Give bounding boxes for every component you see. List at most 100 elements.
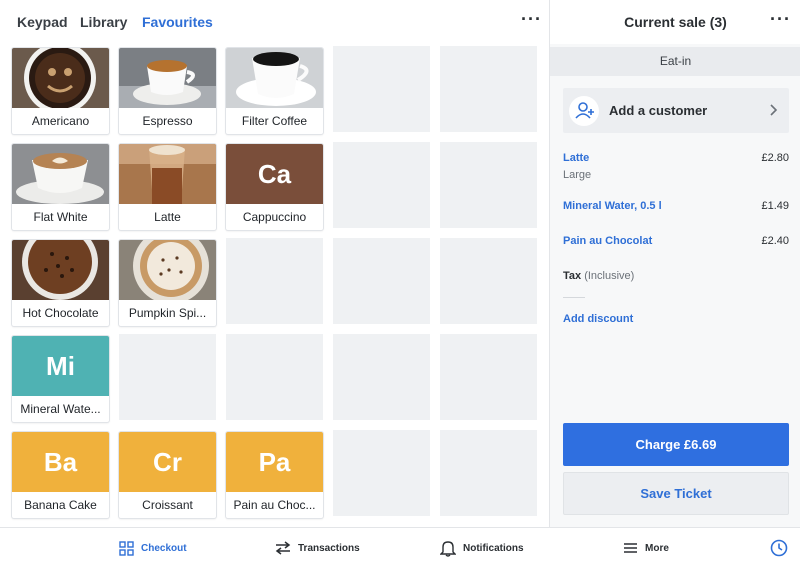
line-item-price: £2.40: [761, 235, 789, 247]
pain-au-chocolat-swatch: Pa: [226, 432, 323, 492]
nav-label: Checkout: [141, 542, 187, 554]
product-tile-pumpkin-spice[interactable]: Pumpkin Spi...: [119, 240, 216, 326]
tile-label: Pumpkin Spi...: [128, 306, 207, 320]
line-item-variant: Large: [563, 169, 592, 181]
tile-label: Mineral Wate...: [20, 402, 101, 416]
empty-tile: [226, 334, 323, 420]
banana-cake-swatch: Ba: [12, 432, 109, 492]
bell-icon: [440, 540, 456, 557]
empty-tile: [440, 142, 537, 228]
add-discount-link[interactable]: Add discount: [563, 313, 633, 325]
save-ticket-button[interactable]: Save Ticket: [563, 472, 789, 515]
product-tile-americano[interactable]: Americano: [12, 48, 109, 134]
tile-label: Banana Cake: [24, 498, 97, 512]
cappuccino-swatch: Ca: [226, 144, 323, 204]
ellipsis-icon[interactable]: ···: [521, 10, 542, 28]
tile-label: Flat White: [33, 210, 88, 224]
tab-favourites[interactable]: Favourites: [142, 14, 213, 30]
tax-row: Tax (Inclusive): [563, 270, 634, 282]
product-tile-croissant[interactable]: Cr Croissant: [119, 432, 216, 518]
tile-label: Americano: [31, 114, 90, 128]
mineral-water-swatch: Mi: [12, 336, 109, 396]
nav-label: Transactions: [298, 542, 360, 554]
line-item-name[interactable]: Latte: [563, 152, 589, 164]
tile-label: Cappuccino: [242, 210, 307, 224]
empty-tile: [333, 334, 430, 420]
sale-line-item[interactable]: Latte £2.80 Large: [563, 152, 789, 186]
tile-label: Latte: [154, 210, 181, 224]
ellipsis-icon[interactable]: ···: [770, 10, 791, 28]
bottom-navigation: Checkout Transactions Notifications More: [0, 527, 800, 567]
tile-label: Filter Coffee: [241, 114, 308, 128]
sale-line-item[interactable]: Pain au Chocolat £2.40: [563, 235, 789, 251]
nav-notifications[interactable]: Notifications: [440, 528, 524, 567]
product-tile-cappuccino[interactable]: Ca Cappuccino: [226, 144, 323, 230]
empty-tile: [440, 238, 537, 324]
product-grid: Americano Espresso Filter Coffee Flat Wh…: [10, 46, 537, 518]
divider: [563, 297, 585, 298]
line-item-name[interactable]: Pain au Chocolat: [563, 235, 652, 247]
sale-header: Current sale (3) ···: [550, 0, 800, 44]
empty-tile: [333, 46, 430, 132]
tile-abbreviation: Pa: [258, 447, 291, 477]
empty-tile: [119, 334, 216, 420]
product-tile-latte[interactable]: Latte: [119, 144, 216, 230]
add-customer-button[interactable]: Add a customer: [563, 88, 789, 133]
hot-chocolate-image: [12, 240, 109, 300]
grid-icon: [119, 540, 134, 556]
product-panel: Keypad Library Favourites ··· Americano …: [0, 0, 548, 527]
product-tile-flat-white[interactable]: Flat White: [12, 144, 109, 230]
charge-button[interactable]: Charge £6.69: [563, 423, 789, 466]
arrows-swap-icon: [275, 541, 291, 555]
tax-note: (Inclusive): [584, 270, 635, 282]
filter-coffee-image: [226, 48, 323, 108]
empty-tile: [333, 142, 430, 228]
nav-more[interactable]: More: [623, 528, 669, 567]
tile-abbreviation: Cr: [153, 447, 182, 477]
pumpkin-spice-image: [119, 240, 216, 300]
product-tile-espresso[interactable]: Espresso: [119, 48, 216, 134]
menu-icon: [624, 543, 637, 553]
latte-image: [119, 144, 216, 204]
product-tile-mineral-water[interactable]: Mi Mineral Wate...: [12, 336, 109, 422]
tax-label: Tax: [563, 270, 582, 282]
tab-library[interactable]: Library: [80, 14, 127, 30]
line-item-price: £2.80: [761, 152, 789, 164]
pos-app: Keypad Library Favourites ··· Americano …: [0, 0, 800, 567]
nav-checkout[interactable]: Checkout: [119, 528, 187, 567]
library-tab-bar: Keypad Library Favourites ···: [0, 0, 548, 44]
croissant-swatch: Cr: [119, 432, 216, 492]
espresso-image: [119, 48, 216, 108]
tile-label: Pain au Choc...: [233, 498, 316, 512]
sale-title: Current sale (3): [624, 14, 727, 30]
add-person-icon: [569, 96, 599, 126]
product-tile-banana-cake[interactable]: Ba Banana Cake: [12, 432, 109, 518]
sale-panel: Current sale (3) ··· Eat-in Add a custom…: [549, 0, 800, 527]
product-tile-filter-coffee[interactable]: Filter Coffee: [226, 48, 323, 134]
nav-transactions[interactable]: Transactions: [275, 528, 360, 567]
empty-tile: [440, 334, 537, 420]
tile-abbreviation: Ca: [257, 159, 292, 189]
dining-option-selector[interactable]: Eat-in: [550, 47, 800, 76]
line-item-price: £1.49: [761, 200, 789, 212]
chevron-right-icon: [769, 103, 779, 122]
sale-line-item[interactable]: Mineral Water, 0.5 l £1.49: [563, 200, 789, 216]
tile-label: Croissant: [142, 498, 193, 512]
clock-icon: [770, 539, 788, 557]
product-tile-pain-au-chocolat[interactable]: Pa Pain au Choc...: [226, 432, 323, 518]
tab-keypad[interactable]: Keypad: [17, 14, 68, 30]
tile-abbreviation: Ba: [43, 447, 78, 477]
empty-tile: [440, 46, 537, 132]
empty-tile: [333, 238, 430, 324]
americano-image: [12, 48, 109, 108]
tile-label: Espresso: [142, 114, 193, 128]
history-button[interactable]: [770, 528, 795, 567]
tile-label: Hot Chocolate: [22, 306, 99, 320]
line-item-name[interactable]: Mineral Water, 0.5 l: [563, 200, 662, 212]
empty-tile: [333, 430, 430, 516]
nav-label: Notifications: [463, 542, 524, 554]
tile-abbreviation: Mi: [46, 351, 75, 381]
nav-label: More: [645, 542, 669, 554]
flat-white-image: [12, 144, 109, 204]
product-tile-hot-chocolate[interactable]: Hot Chocolate: [12, 240, 109, 326]
